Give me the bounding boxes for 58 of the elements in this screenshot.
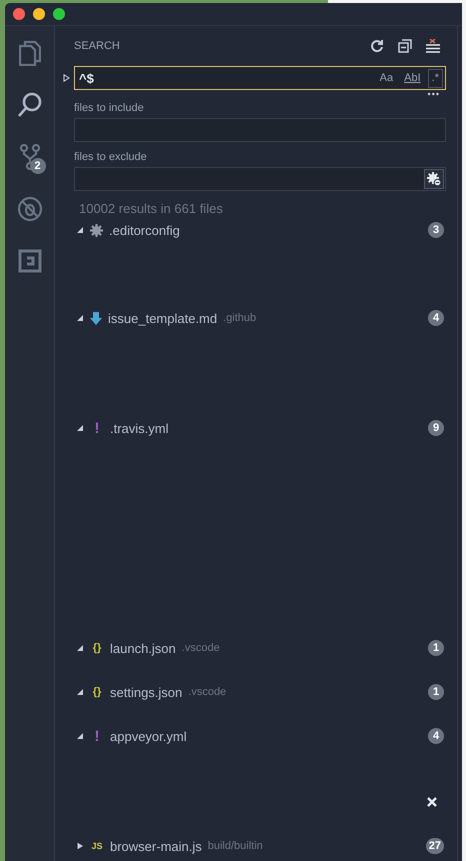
file-type-icon: {}	[90, 642, 104, 654]
match-count: 1	[428, 684, 444, 700]
include-field[interactable]	[74, 118, 446, 142]
exclude-field[interactable]	[74, 167, 446, 191]
expanded-arrow-icon[interactable]	[76, 688, 84, 696]
details-toggle-icon[interactable]	[63, 74, 70, 82]
match-count: 4	[428, 728, 444, 744]
debug-icon	[16, 196, 42, 222]
source-control-icon	[18, 144, 40, 170]
gear-button[interactable]	[424, 169, 444, 189]
file-type-icon: !	[90, 728, 104, 744]
extensions-icon	[18, 249, 42, 273]
match-count: 9	[428, 420, 444, 436]
collapsed-arrow-icon[interactable]	[76, 842, 84, 850]
file-name[interactable]: .travis.yml	[110, 420, 168, 436]
refresh-icon[interactable]	[371, 39, 384, 53]
expanded-arrow-icon[interactable]	[76, 226, 84, 234]
arrow-down-icon	[90, 312, 102, 324]
panel-title: SEARCH	[74, 40, 120, 52]
match-count: 4	[428, 310, 444, 326]
close-window-button[interactable]	[13, 8, 25, 20]
folder-path: build/builtin	[208, 840, 263, 852]
expanded-arrow-icon[interactable]	[76, 314, 84, 322]
match-count: 27	[426, 838, 444, 854]
search-field[interactable]: ^$ Aa AbI .*	[74, 66, 446, 90]
file-name[interactable]: launch.json	[110, 640, 176, 656]
collapse-all-icon[interactable]	[398, 39, 412, 53]
files-icon	[18, 40, 40, 66]
file-type-icon: JS	[90, 841, 104, 851]
match-count: 1	[428, 640, 444, 656]
file-name[interactable]: issue_template.md	[108, 310, 218, 326]
more-toggle[interactable]: •••	[428, 90, 446, 102]
minimize-window-button[interactable]	[33, 8, 45, 20]
folder-path: .vscode	[188, 686, 226, 698]
match-count: 3	[428, 222, 444, 238]
search-icon	[16, 92, 42, 118]
field-label: files to include	[74, 102, 145, 114]
expanded-arrow-icon[interactable]	[76, 732, 84, 740]
count-badge: 2	[30, 158, 46, 174]
search-option-toggle[interactable]: Aa	[376, 68, 398, 88]
close-icon[interactable]	[427, 797, 437, 807]
search-option-toggle[interactable]: .*	[428, 68, 443, 88]
file-name[interactable]: settings.json	[110, 684, 182, 700]
zoom-window-button[interactable]	[53, 8, 65, 20]
file-name[interactable]: .editorconfig	[109, 222, 180, 238]
clear-results-icon[interactable]	[426, 39, 440, 53]
file-name[interactable]: browser-main.js	[110, 838, 202, 854]
folder-path: .vscode	[182, 642, 220, 654]
field-label: files to exclude	[74, 151, 148, 163]
results-summary: 10002 results in 661 files	[79, 201, 224, 216]
search-option-toggle[interactable]: AbI	[400, 68, 425, 88]
file-type-icon: {}	[90, 686, 104, 698]
gear-icon	[90, 224, 103, 236]
file-type-icon: !	[90, 420, 104, 436]
expanded-arrow-icon[interactable]	[76, 644, 84, 652]
file-name[interactable]: appveyor.yml	[110, 728, 187, 744]
folder-path: .github	[223, 312, 256, 324]
expanded-arrow-icon[interactable]	[76, 424, 84, 432]
